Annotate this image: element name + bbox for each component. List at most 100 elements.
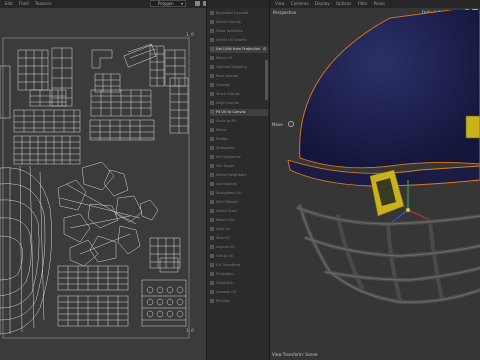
tool-icon xyxy=(210,218,214,222)
tool-item-label: Unwrap UV xyxy=(216,290,237,294)
tool-item[interactable]: Straighten UV xyxy=(210,190,268,197)
tool-item[interactable]: Multi Weight xyxy=(210,199,268,206)
tool-item[interactable]: Stack Islands xyxy=(210,91,268,98)
tool-item-label: Relax UV xyxy=(216,56,233,60)
viewport-menu-options[interactable]: Options xyxy=(336,1,351,6)
tool-item[interactable]: Unwrap xyxy=(210,82,268,89)
tool-item[interactable]: Pack Islands xyxy=(210,73,268,80)
tool-icon xyxy=(210,83,214,87)
tool-item[interactable]: Distortion xyxy=(210,280,268,287)
uv-menu-textures[interactable]: Textures xyxy=(35,1,52,6)
tool-item[interactable]: Layout UV xyxy=(210,244,268,251)
tool-item[interactable]: Mirror xyxy=(210,127,268,134)
helmet-shell xyxy=(299,10,480,169)
tool-icon xyxy=(210,200,214,204)
tool-item-label: Sew UV xyxy=(216,236,230,240)
tool-item[interactable]: Sew UV xyxy=(210,235,268,242)
uv-view-dropdown[interactable]: Polygon ▾ xyxy=(150,0,186,7)
tool-item[interactable]: Select Islands xyxy=(210,19,268,26)
tool-item[interactable]: Set UVW from Projection ⚙ xyxy=(210,46,268,53)
tool-item[interactable]: Select UV Seams xyxy=(210,37,268,44)
tool-item-label: Match UVs xyxy=(216,218,236,222)
tool-icon xyxy=(210,110,214,114)
gear-icon[interactable]: ⚙ xyxy=(263,46,266,53)
tool-item[interactable]: Set Target xyxy=(210,163,268,170)
tool-item-label: Island Tools xyxy=(216,209,237,213)
tool-item[interactable]: Unwrap UV xyxy=(210,289,268,296)
tool-item[interactable]: Match UVs xyxy=(210,217,268,224)
tool-icon xyxy=(210,227,214,231)
tool-item-label: Distortion xyxy=(216,281,234,285)
tool-item-label: Optimal Mapping xyxy=(216,65,247,69)
helmet-badge xyxy=(465,115,480,139)
tool-item-label: Group UV xyxy=(216,254,234,258)
tool-item-label: Layout UV xyxy=(216,245,235,249)
tool-item[interactable]: Relax UV xyxy=(210,55,268,62)
tool-item-label: Projection xyxy=(216,272,234,276)
3d-viewport[interactable]: View Cameras Display Options Filter Pane… xyxy=(270,0,480,360)
tool-icon xyxy=(210,164,214,168)
tool-icon xyxy=(210,263,214,267)
tool-panel-scrollbar[interactable] xyxy=(265,60,268,100)
tool-item[interactable]: Preview xyxy=(210,298,268,305)
tool-icon xyxy=(210,245,214,249)
uv-editor-menubar: Edit Fluid Textures Polygon ▾ xyxy=(0,0,206,8)
tool-item[interactable]: Island Tools xyxy=(210,208,268,215)
uv-canvas[interactable] xyxy=(0,8,206,360)
tool-icon xyxy=(210,290,214,294)
uv-menu-fluid[interactable]: Fluid xyxy=(19,1,29,6)
tool-item[interactable]: Scale to Fit xyxy=(210,118,268,125)
tool-item-label: Mirror xyxy=(216,128,227,132)
tool-icon xyxy=(210,92,214,96)
tool-item[interactable]: Optimal Mapping xyxy=(210,64,268,71)
tool-item-label: Preview xyxy=(216,299,230,303)
tool-item-label: Align Islands xyxy=(216,101,239,105)
uv-menu-edit[interactable]: Edit xyxy=(5,1,13,6)
tool-icon xyxy=(210,29,214,33)
tool-item[interactable]: UV Transform xyxy=(210,262,268,269)
viewport-menu-display[interactable]: Display xyxy=(315,1,330,6)
tool-icon xyxy=(210,272,214,276)
tool-icon xyxy=(210,137,214,141)
tool-item[interactable]: Group UV xyxy=(210,253,268,260)
tool-item-label: Set Target xyxy=(216,164,235,168)
tool-item[interactable]: Align Islands xyxy=(210,100,268,107)
tool-icon xyxy=(210,128,214,132)
tool-icon xyxy=(210,191,214,195)
viewport-menu-filter[interactable]: Filter xyxy=(358,1,368,6)
tool-icon xyxy=(210,20,214,24)
tool-item[interactable]: Keyboard Layouts xyxy=(210,10,268,17)
tool-icon xyxy=(210,299,214,303)
tool-icon xyxy=(210,47,214,51)
tool-item[interactable]: Fit UV to Canvas xyxy=(210,109,268,116)
viewport-menu-panel[interactable]: Panel xyxy=(374,1,385,6)
viewport-menu-view[interactable]: View xyxy=(275,1,285,6)
uv-tool-panel: Keyboard Layouts Select Islands Grow Selec… xyxy=(206,0,270,360)
tool-item-label: Straighten xyxy=(216,146,235,150)
viewport-menubar: View Cameras Display Options Filter Pane… xyxy=(270,0,480,8)
tool-item[interactable]: Split UV xyxy=(210,226,268,233)
tool-icon xyxy=(210,209,214,213)
tool-item-label: Multi Weight xyxy=(216,200,239,204)
tool-panel-header xyxy=(207,0,269,8)
tool-item[interactable]: Rotate xyxy=(210,136,268,143)
tool-item[interactable]: Add Islands xyxy=(210,181,268,188)
tool-icon xyxy=(210,155,214,159)
tool-item-label: Keyboard Layouts xyxy=(216,11,249,15)
tool-icon xyxy=(210,281,214,285)
tool-item[interactable]: Grow Selection xyxy=(210,28,268,35)
tool-item-label: Stack Islands xyxy=(216,92,240,96)
tool-item[interactable]: Straighten xyxy=(210,145,268,152)
tool-item-label: Scale to Fit xyxy=(216,119,236,123)
tool-icon xyxy=(210,56,214,60)
uv-editor-pane[interactable]: Edit Fluid Textures Polygon ▾ 1, 0 1, 0 xyxy=(0,0,206,360)
tool-item[interactable]: Projection xyxy=(210,271,268,278)
tool-item[interactable]: Set Sequence xyxy=(210,154,268,161)
grid-icon[interactable] xyxy=(195,1,200,6)
tool-item[interactable]: Select Neighbors xyxy=(210,172,268,179)
viewport-menu-cameras[interactable]: Cameras xyxy=(291,1,309,6)
tool-icon xyxy=(210,101,214,105)
viewport-status: View Transform: Scene xyxy=(272,352,318,357)
tool-icon xyxy=(210,38,214,42)
helmet-render[interactable] xyxy=(270,10,480,350)
